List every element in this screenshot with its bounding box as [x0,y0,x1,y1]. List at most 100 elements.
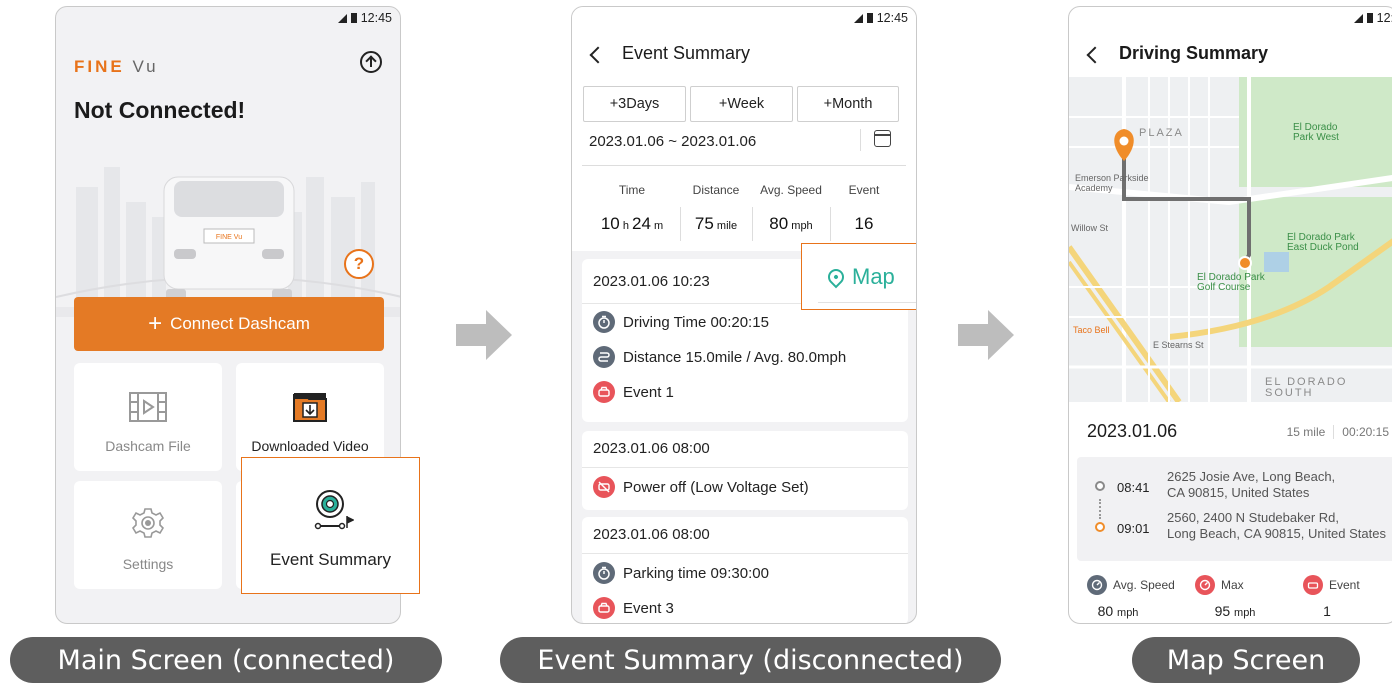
time-minutes-unit: m [653,220,664,232]
trip-meta: 15 mile 00:20:15 [1287,425,1389,439]
status-time: 12:4 [1376,11,1392,25]
caption-main-screen: Main Screen (connected) [10,637,442,683]
trip-distance: 15 mile [1286,425,1326,439]
event-summary-icon [314,490,354,530]
settings-tile[interactable]: Settings [74,481,222,589]
event-summary-label: Event Summary [270,550,391,569]
route-map[interactable]: PLAZA El Dorado Park West Emerson Parksi… [1069,77,1392,402]
max-speed-text: Max [1221,578,1244,592]
back-icon[interactable] [1086,46,1104,64]
plus-icon: + [148,310,163,337]
end-address-line1: 2560, 2400 N Studebaker Rd, [1167,510,1340,525]
distance-unit: mile [716,220,738,232]
event-card[interactable]: 2023.01.06 08:00 Power off (Low Voltage … [582,431,908,510]
event-summary-tile-callout[interactable]: Event Summary [241,457,420,594]
avg-speed-number: 80 [1097,603,1114,619]
map-label: El Dorado Park Golf Course [1197,272,1265,293]
start-address-line2: CA 90815, United States [1167,485,1310,500]
avg-speed-text: Avg. Speed [1113,578,1175,592]
event-count-row: Event 3 [593,597,674,619]
battery-icon [350,13,357,23]
stopwatch-icon [593,311,615,333]
settings-label: Settings [122,556,174,572]
trip-duration: 00:20:15 [1342,425,1389,439]
battery-icon [866,13,873,23]
distance-value: 75 [694,214,714,233]
event-text: Event [1329,578,1360,592]
battery-icon [1366,13,1373,23]
parking-time-row: Parking time 09:30:00 [593,562,769,584]
stopwatch-icon [593,562,615,584]
power-off-text: Power off (Low Voltage Set) [623,478,809,496]
start-address: 2625 Josie Ave, Long Beach, CA 90815, Un… [1167,469,1335,501]
event-value: 1 [1323,603,1331,619]
signal-icon [853,13,863,23]
divider [582,467,908,468]
connect-dashcam-label: Connect Dashcam [170,314,310,333]
route-icon [593,346,615,368]
divider [1333,425,1335,439]
signal-icon [1353,13,1363,23]
speedometer-icon [1195,575,1215,595]
divider [830,207,831,241]
car-illustration: FINE Vu [56,167,400,317]
power-off-row: Power off (Low Voltage Set) [593,476,809,498]
download-folder-icon [293,393,327,422]
car-crash-icon [593,381,615,403]
map-label: Taco Bell [1073,325,1110,335]
gear-icon [132,508,164,538]
map-button[interactable]: Map [801,243,916,310]
end-time: 09:01 [1117,521,1150,536]
driving-time-row: Driving Time 00:20:15 [593,311,769,333]
event-card[interactable]: 2023.01.06 08:00 Parking time 09:30:00 E… [582,517,908,623]
range-month-button[interactable]: +Month [797,86,899,122]
avg-speed-label: Avg. Speed [1087,575,1175,595]
map-screen-phone: 12:4 Driving Summary PLAZA [1068,6,1392,624]
event-label: Event [1303,575,1360,595]
date-range-text: 2023.01.06 ~ 2023.01.06 [589,133,757,150]
help-icon[interactable]: ? [344,249,374,279]
event-card-datetime: 2023.01.06 10:23 [593,273,710,290]
speed-value: 80 [769,214,789,233]
dashcam-file-tile[interactable]: Dashcam File [74,363,222,471]
distance-text: Distance 15.0mile / Avg. 80.0mph [623,348,847,366]
stat-event-label: Event [848,183,880,197]
connect-dashcam-button[interactable]: + Connect Dashcam [74,297,384,351]
car-crash-icon [1303,575,1323,595]
downloaded-video-tile[interactable]: Downloaded Video [236,363,384,471]
filter-panel: +3Days +Week +Month 2023.01.06 ~ 2023.01… [572,79,916,251]
dashcam-file-label: Dashcam File [105,438,191,454]
page-title: Driving Summary [1119,43,1269,63]
event-card-datetime: 2023.01.06 08:00 [593,440,710,457]
map-label: Willow St [1071,223,1109,233]
range-3days-button[interactable]: +3Days [583,86,686,122]
map-label: E Stearns St [1153,340,1204,350]
range-week-button[interactable]: +Week [690,86,793,122]
firmware-upload-icon[interactable] [360,51,382,73]
status-bar: 12:4 [1353,11,1392,25]
page-title: Event Summary [622,43,751,63]
divider [818,302,916,303]
logo-vu-text: Vu [132,57,159,76]
finevu-logo: FINE Vu [74,57,159,77]
map-label: Emerson Parkside Academy [1075,173,1149,193]
back-icon[interactable] [589,46,607,64]
calendar-icon[interactable] [874,130,891,147]
flow-arrow-icon [456,310,512,360]
time-minutes: 24 [632,214,651,233]
stat-speed-label: Avg. Speed [760,183,822,197]
speedometer-icon [1087,575,1107,595]
caption-map-screen: Map Screen [1132,637,1360,683]
connection-status-title: Not Connected! [74,97,246,123]
map-label: EL DORADO SOUTH [1265,376,1348,399]
parking-time-text: Parking time 09:30:00 [623,564,769,582]
svg-text:FINE Vu: FINE Vu [216,234,242,241]
speed-unit: mph [791,220,813,232]
film-icon [129,392,167,422]
max-speed-number: 95 [1214,603,1231,619]
status-time: 12:45 [360,11,392,25]
stat-distance-value: 75 mile [682,214,750,234]
stat-event-value: 16 [854,214,874,233]
max-speed-unit: mph [1234,607,1256,619]
divider [582,165,906,166]
